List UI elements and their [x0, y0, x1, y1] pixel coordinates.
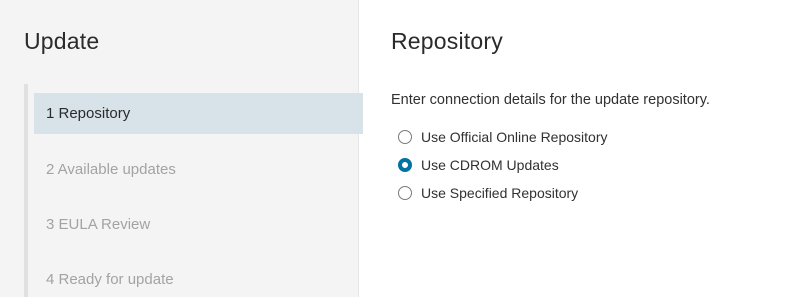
radio-official-online-repository[interactable]	[398, 130, 412, 144]
wizard-content: Repository Enter connection details for …	[359, 0, 788, 297]
option-label-cdrom-updates: Use CDROM Updates	[421, 157, 559, 173]
option-label-official-online-repository: Use Official Online Repository	[421, 129, 608, 145]
option-official-online-repository[interactable]: Use Official Online Repository	[398, 123, 607, 151]
repository-radio-group: Use Official Online Repository Use CDROM…	[398, 123, 607, 207]
step-available-updates[interactable]: 2 Available updates	[34, 149, 363, 190]
option-cdrom-updates[interactable]: Use CDROM Updates	[398, 151, 607, 179]
step-repository[interactable]: 1 Repository	[34, 93, 363, 134]
option-specified-repository[interactable]: Use Specified Repository	[398, 179, 607, 207]
option-label-specified-repository: Use Specified Repository	[421, 185, 579, 201]
wizard-sidebar: Update 1 Repository 2 Available updates …	[0, 0, 363, 297]
radio-cdrom-updates[interactable]	[398, 158, 412, 172]
step-ready-for-update[interactable]: 4 Ready for update	[34, 259, 363, 300]
step-eula-review[interactable]: 3 EULA Review	[34, 204, 363, 245]
instruction-text: Enter connection details for the update …	[391, 92, 710, 108]
wizard-steps: 1 Repository 2 Available updates 3 EULA …	[24, 84, 363, 297]
radio-specified-repository[interactable]	[398, 186, 412, 200]
wizard-title: Update	[24, 28, 100, 54]
page-title: Repository	[391, 28, 503, 54]
update-wizard: Update 1 Repository 2 Available updates …	[0, 0, 788, 297]
